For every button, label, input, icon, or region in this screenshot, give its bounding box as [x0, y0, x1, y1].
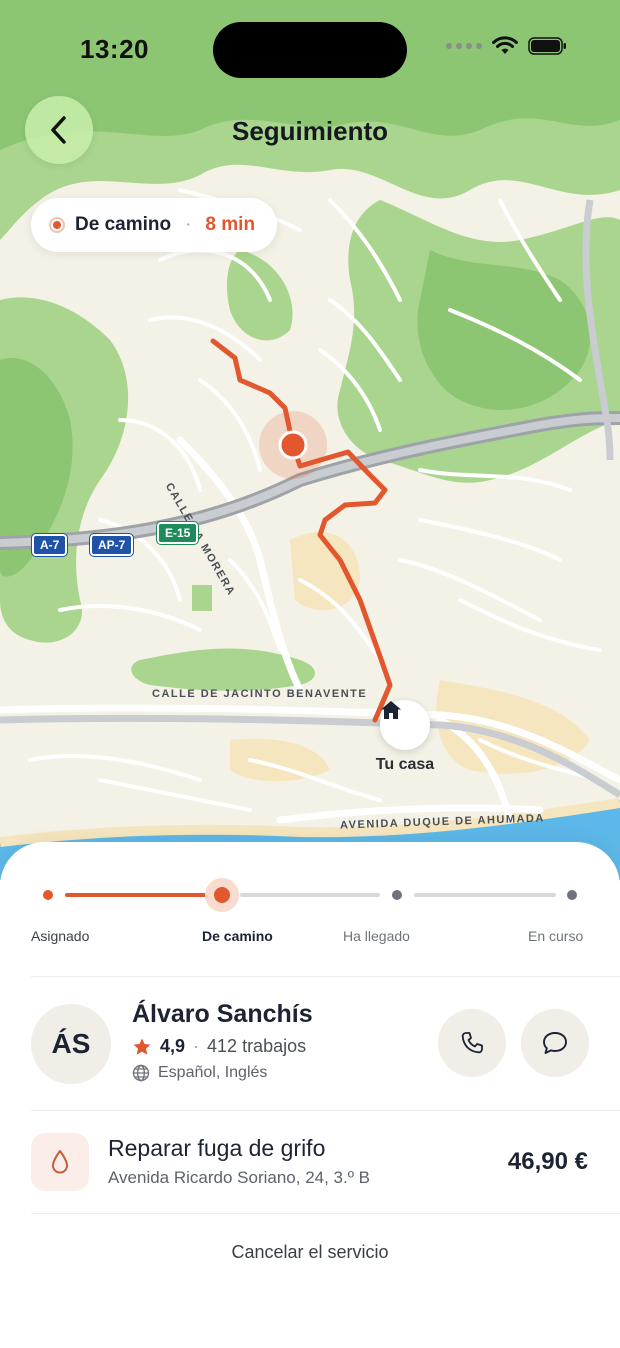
driver-location-marker[interactable] [278, 430, 308, 460]
progress-stepper: Asignado De camino Ha llegado En curso [0, 842, 620, 972]
step-dot-pending [392, 890, 402, 900]
step-label: Asignado [31, 928, 90, 944]
service-address: Avenida Ricardo Soriano, 24, 3.º B [108, 1168, 370, 1187]
step-dot-pending [567, 890, 577, 900]
destination-label: Tu casa [375, 756, 435, 773]
street-label: CALLE DE JACINTO BENAVENTE [152, 688, 368, 700]
eta-status: De camino [75, 214, 172, 235]
eta-pill: De camino · 8 min [31, 198, 278, 252]
step-label: Ha llegado [343, 928, 410, 944]
cancel-service-button[interactable]: Cancelar el servicio [0, 1242, 620, 1263]
divider [31, 976, 620, 977]
road-shield: A-7 [30, 533, 69, 557]
page-title: Seguimiento [231, 116, 388, 146]
status-dot-icon [49, 217, 65, 233]
progress-line-done [65, 893, 207, 897]
service-icon-box [31, 1133, 89, 1191]
call-button[interactable] [438, 1009, 506, 1077]
professional-languages: Español, Inglés [132, 1064, 267, 1082]
step-dot-done [43, 890, 53, 900]
service-title: Reparar fuga de grifo [108, 1135, 326, 1161]
rating-separator: · [193, 1036, 200, 1056]
status-bar-time: 13:20 [80, 34, 149, 64]
eta-separator: · [185, 214, 192, 235]
jobs-count: 412 trabajos [207, 1036, 307, 1056]
home-icon [381, 701, 401, 719]
status-bar-icons [446, 36, 568, 56]
eta-time: 8 min [205, 214, 256, 235]
step-label: De camino [202, 928, 273, 944]
road-shield: AP-7 [88, 533, 135, 557]
professional-rating: 4,9 · 412 trabajos [132, 1036, 306, 1057]
destination-marker[interactable] [380, 700, 430, 750]
road-shield: E-15 [155, 521, 200, 545]
wifi-icon [492, 36, 518, 54]
progress-line-pending [414, 893, 556, 897]
chat-bubble-icon [543, 1032, 567, 1054]
globe-icon [132, 1064, 150, 1082]
divider [31, 1110, 620, 1111]
avatar: ÁS [31, 1004, 111, 1084]
divider [31, 1213, 620, 1214]
phone-icon [461, 1032, 483, 1054]
message-button[interactable] [521, 1009, 589, 1077]
progress-line-pending [240, 893, 380, 897]
step-label: En curso [528, 928, 584, 944]
step-dot-current [205, 878, 239, 912]
tracking-sheet: Asignado De camino Ha llegado En curso Á… [0, 842, 620, 1348]
rating-value: 4,9 [160, 1036, 186, 1056]
service-price: 46,90 € [507, 1148, 588, 1175]
languages-text: Español, Inglés [158, 1064, 268, 1081]
professional-name: Álvaro Sanchís [132, 1000, 313, 1028]
water-drop-icon [52, 1150, 68, 1174]
battery-icon [528, 37, 566, 55]
star-icon [133, 1038, 151, 1055]
cellular-signal-icon [446, 43, 482, 49]
dynamic-island [213, 22, 407, 78]
